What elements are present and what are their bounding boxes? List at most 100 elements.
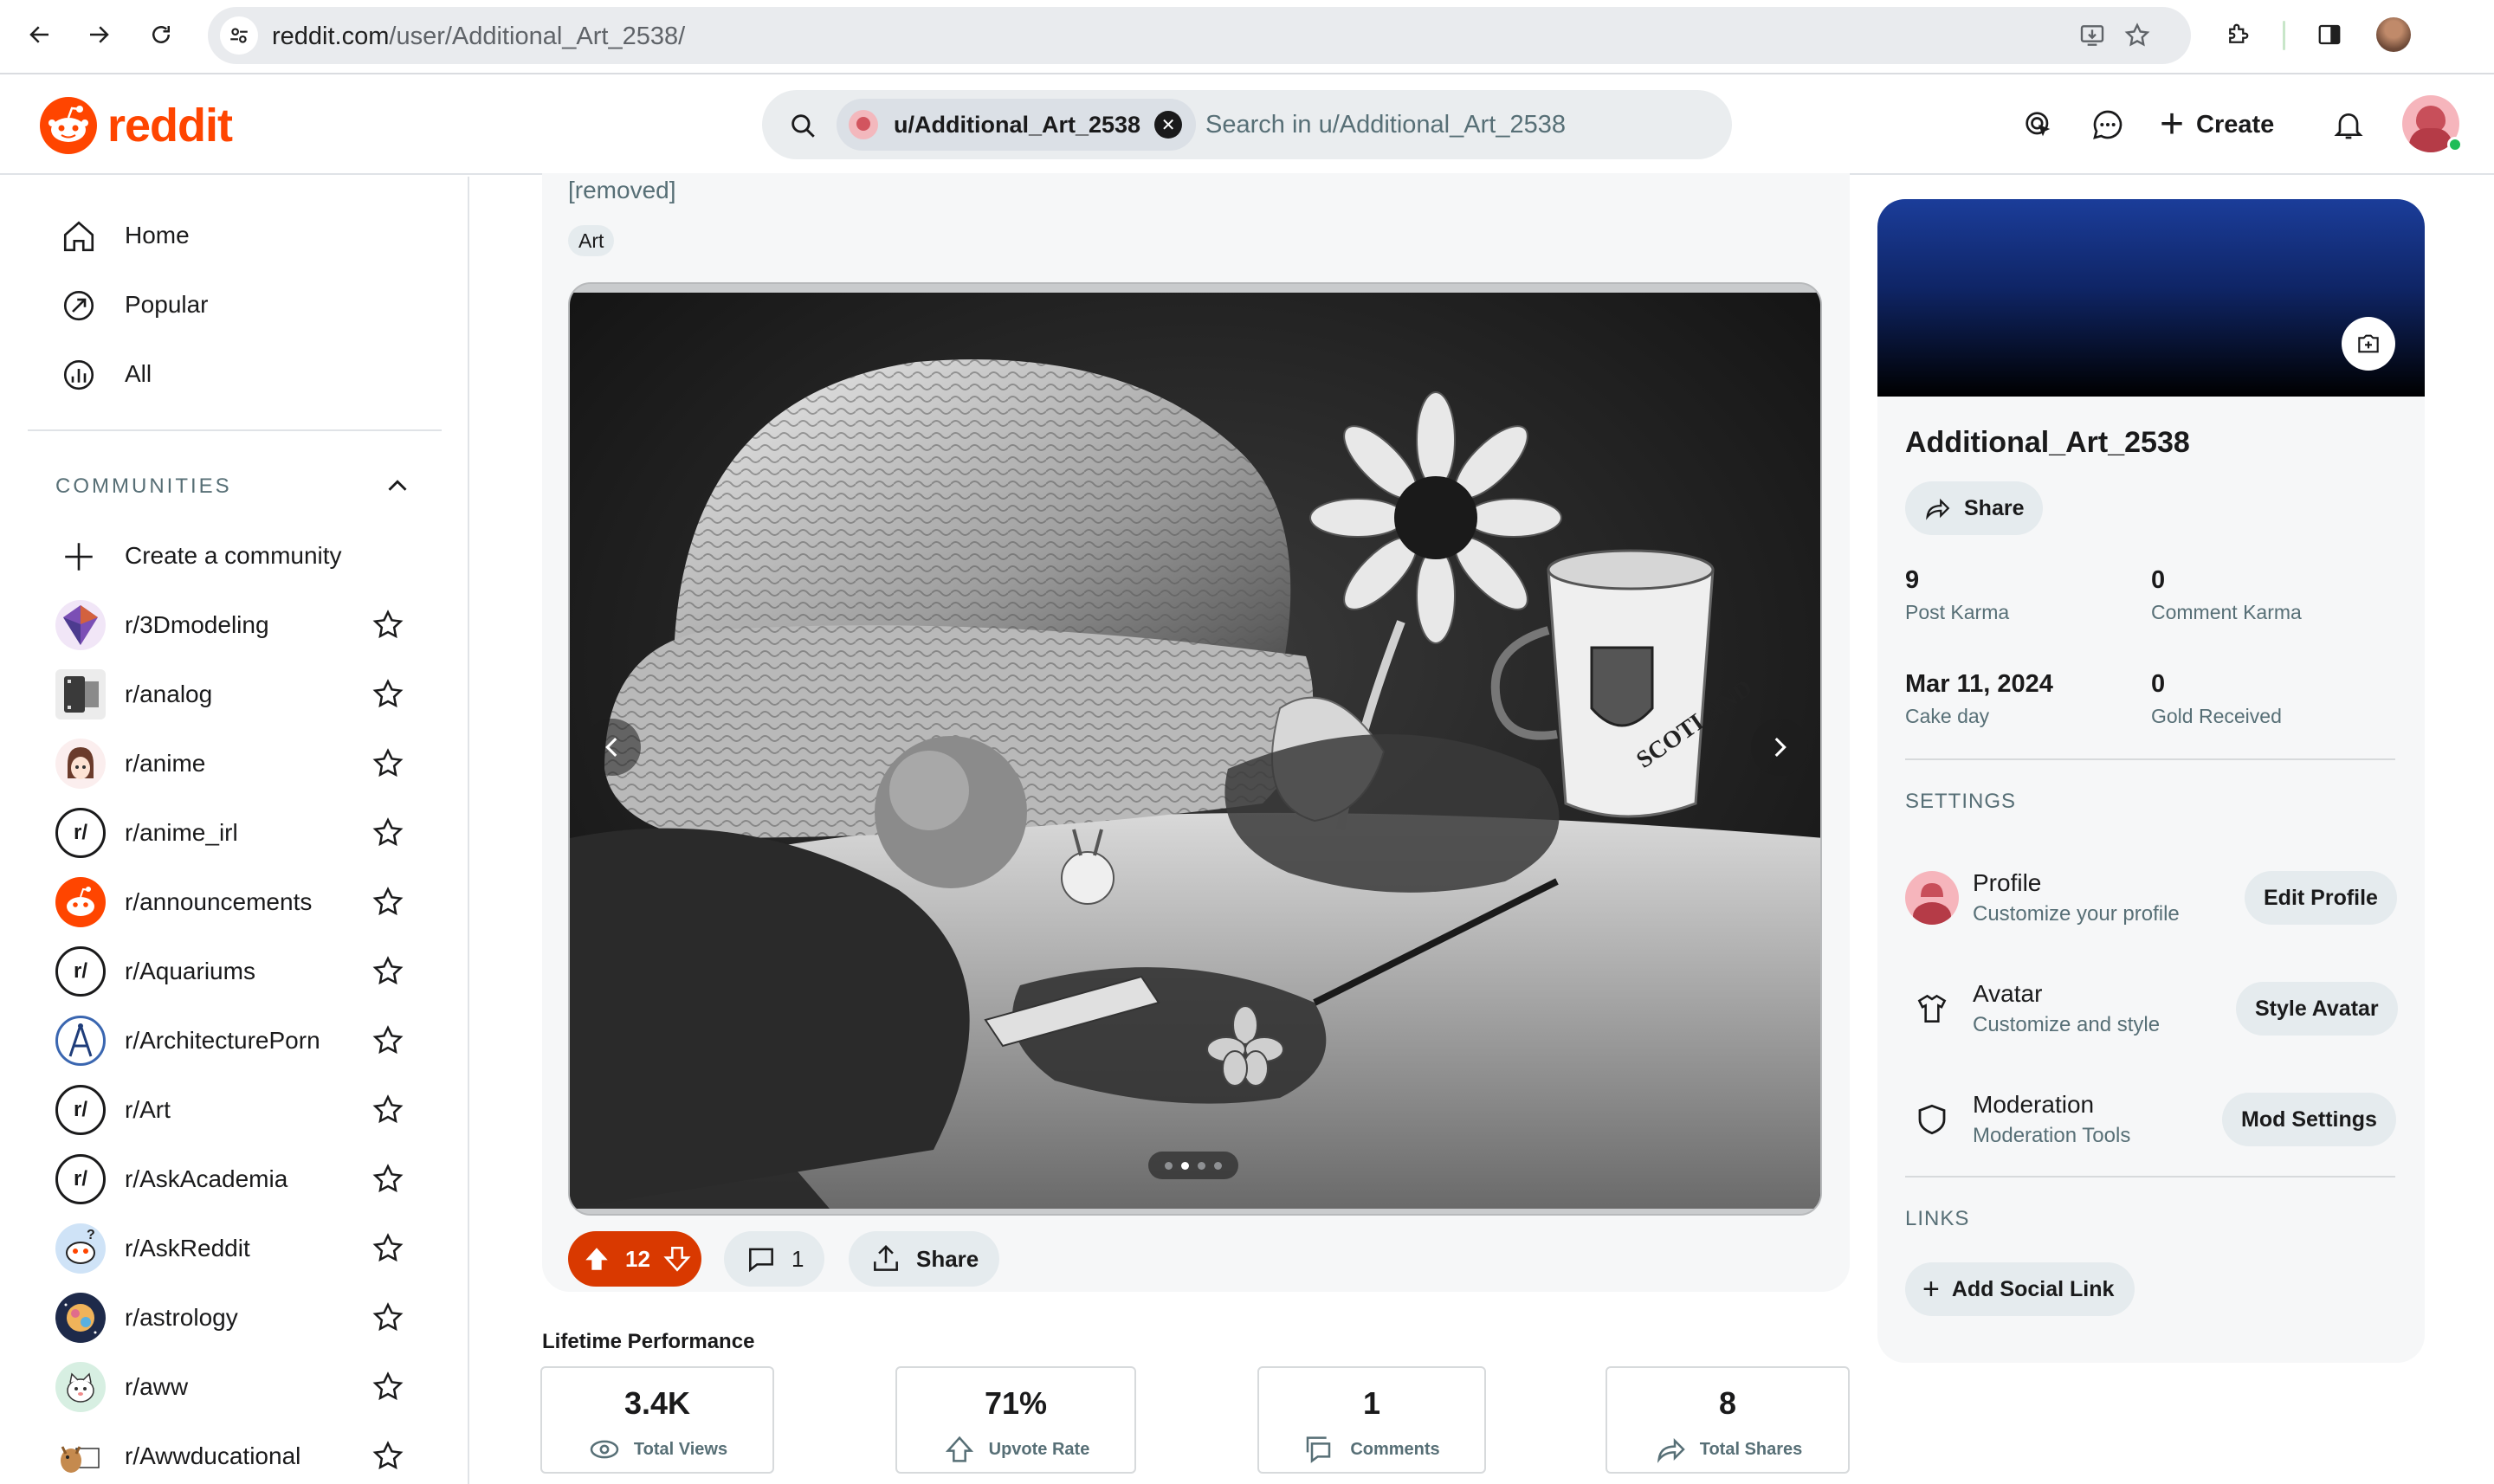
search-scope-chip[interactable]: u/Additional_Art_2538 ✕ bbox=[837, 99, 1197, 151]
carousel-prev-button[interactable] bbox=[584, 719, 641, 776]
carousel-dot[interactable] bbox=[1165, 1161, 1173, 1170]
style-avatar-button[interactable]: Style Avatar bbox=[2236, 982, 2398, 1036]
search-bar[interactable]: u/Additional_Art_2538 ✕ Search in u/Addi… bbox=[762, 90, 1732, 159]
favorite-star-icon[interactable] bbox=[371, 746, 405, 781]
ad-cursor-icon bbox=[2026, 112, 2051, 137]
extensions-button[interactable] bbox=[2219, 16, 2257, 54]
community-architectureporn-icon bbox=[55, 1016, 106, 1066]
community-item-anime[interactable]: r/anime bbox=[26, 729, 442, 798]
metric-value: 1 bbox=[1362, 1385, 1381, 1421]
cake-day-value: Mar 11, 2024 bbox=[1905, 670, 2053, 698]
community-item-aquariums[interactable]: r/ r/Aquariums bbox=[26, 937, 442, 1006]
bookmark-star-icon[interactable] bbox=[2123, 22, 2151, 49]
community-item-askacademia[interactable]: r/ r/AskAcademia bbox=[26, 1145, 442, 1214]
community-item-astrology[interactable]: r/astrology bbox=[26, 1283, 442, 1352]
community-item-awwducational[interactable]: r/Awwducational bbox=[26, 1422, 442, 1484]
community-analog-icon bbox=[55, 669, 106, 719]
community-item-announcements[interactable]: r/announcements bbox=[26, 868, 442, 937]
favorite-star-icon[interactable] bbox=[371, 816, 405, 850]
community-name: r/Art bbox=[125, 1096, 171, 1123]
forward-button[interactable] bbox=[80, 16, 118, 54]
community-name: r/AskAcademia bbox=[125, 1165, 288, 1192]
chevron-up-icon[interactable] bbox=[381, 469, 414, 502]
metric-comments: 1 Comments bbox=[1257, 1366, 1486, 1474]
favorite-star-icon[interactable] bbox=[371, 1231, 405, 1266]
carousel-dot[interactable] bbox=[1214, 1161, 1222, 1170]
advertise-button[interactable] bbox=[2016, 102, 2061, 147]
gold-received-value: 0 bbox=[2151, 670, 2166, 698]
search-input[interactable]: Search in u/Additional_Art_2538 bbox=[1205, 111, 1566, 139]
community-item-anime-irl[interactable]: r/ r/anime_irl bbox=[26, 798, 442, 868]
address-bar[interactable]: reddit.com/user/Additional_Art_2538/ bbox=[208, 7, 2191, 64]
community-item-analog[interactable]: r/analog bbox=[26, 660, 442, 729]
communities-heading[interactable]: COMMUNITIES bbox=[55, 474, 232, 499]
share-label: Share bbox=[916, 1245, 979, 1272]
browser-profile-avatar[interactable] bbox=[2376, 17, 2411, 52]
setting-profile-subtitle: Customize your profile bbox=[1973, 902, 2180, 926]
community-item-art[interactable]: r/ r/Art bbox=[26, 1075, 442, 1145]
carousel-indicator[interactable] bbox=[1148, 1152, 1238, 1179]
edit-banner-button[interactable] bbox=[2342, 317, 2395, 371]
community-item-3dmodeling[interactable]: r/3Dmodeling bbox=[26, 590, 442, 660]
carousel-next-button[interactable] bbox=[1751, 719, 1808, 776]
community-name: r/anime_irl bbox=[125, 819, 238, 846]
side-panel-button[interactable] bbox=[2310, 16, 2349, 54]
puzzle-icon bbox=[2229, 23, 2249, 43]
carousel-dot[interactable] bbox=[1198, 1161, 1205, 1170]
mod-settings-button[interactable]: Mod Settings bbox=[2222, 1093, 2396, 1146]
post-flair[interactable]: Art bbox=[568, 225, 615, 256]
community-default-icon: r/ bbox=[55, 1085, 106, 1135]
shield-icon bbox=[1905, 1093, 1959, 1146]
downvote-icon[interactable] bbox=[662, 1244, 692, 1274]
sidebar-item-label: Home bbox=[125, 222, 190, 248]
favorite-star-icon[interactable] bbox=[371, 677, 405, 712]
install-app-icon[interactable] bbox=[2078, 22, 2106, 49]
community-astrology-icon bbox=[55, 1293, 106, 1343]
reload-button[interactable] bbox=[142, 16, 180, 54]
favorite-star-icon[interactable] bbox=[371, 1023, 405, 1058]
sidebar-item-all[interactable]: All bbox=[26, 341, 442, 407]
community-name: r/anime bbox=[125, 750, 206, 777]
share-button[interactable]: Share bbox=[849, 1231, 1000, 1287]
sidebar-item-home[interactable]: Home bbox=[26, 203, 442, 268]
favorite-star-icon[interactable] bbox=[371, 608, 405, 642]
reddit-logo[interactable]: reddit bbox=[40, 95, 233, 156]
back-button[interactable] bbox=[21, 16, 59, 54]
favorite-star-icon[interactable] bbox=[371, 885, 405, 919]
favorite-star-icon[interactable] bbox=[371, 1162, 405, 1197]
favorite-star-icon[interactable] bbox=[371, 1439, 405, 1474]
favorite-star-icon[interactable] bbox=[371, 1093, 405, 1127]
favorite-star-icon[interactable] bbox=[371, 954, 405, 989]
chat-button[interactable] bbox=[2085, 102, 2130, 147]
plus-icon bbox=[65, 543, 93, 571]
community-announcements-icon bbox=[55, 877, 106, 927]
create-community-label: Create a community bbox=[125, 542, 342, 569]
comments-button[interactable]: 1 bbox=[724, 1231, 825, 1287]
community-item-architectureporn[interactable]: r/ArchitecturePorn bbox=[26, 1006, 442, 1075]
community-item-askreddit[interactable]: ? r/AskReddit bbox=[26, 1214, 442, 1283]
notifications-button[interactable] bbox=[2326, 102, 2371, 147]
upvote-icon[interactable] bbox=[582, 1244, 611, 1274]
create-post-button[interactable]: + Create bbox=[2153, 97, 2281, 152]
site-settings-icon[interactable] bbox=[220, 16, 258, 55]
metric-label: Comments bbox=[1350, 1439, 1440, 1459]
search-scope-label: u/Additional_Art_2538 bbox=[894, 111, 1141, 138]
favorite-star-icon[interactable] bbox=[371, 1300, 405, 1335]
profile-share-button[interactable]: Share bbox=[1905, 481, 2044, 535]
community-item-aww[interactable]: r/aww bbox=[26, 1352, 442, 1422]
sidebar-item-popular[interactable]: Popular bbox=[26, 272, 442, 338]
popular-icon bbox=[63, 290, 94, 321]
reddit-header: reddit u/Additional_Art_2538 ✕ Search in… bbox=[0, 76, 2494, 175]
post-image-gallery[interactable]: SCOTLAND bbox=[568, 282, 1822, 1216]
clear-scope-icon[interactable]: ✕ bbox=[1154, 111, 1183, 139]
add-social-link-button[interactable]: + Add Social Link bbox=[1905, 1262, 2135, 1316]
favorite-star-icon[interactable] bbox=[371, 1370, 405, 1404]
create-community-button[interactable]: Create a community bbox=[26, 523, 442, 589]
comment-karma-value: 0 bbox=[2151, 566, 2166, 594]
metric-label: Total Views bbox=[633, 1439, 728, 1459]
edit-profile-button[interactable]: Edit Profile bbox=[2245, 871, 2397, 925]
arrow-right-icon bbox=[90, 26, 109, 43]
carousel-dot-active[interactable] bbox=[1181, 1161, 1189, 1170]
online-status-dot bbox=[2447, 137, 2463, 152]
url-text: reddit.com/user/Additional_Art_2538/ bbox=[272, 23, 686, 50]
